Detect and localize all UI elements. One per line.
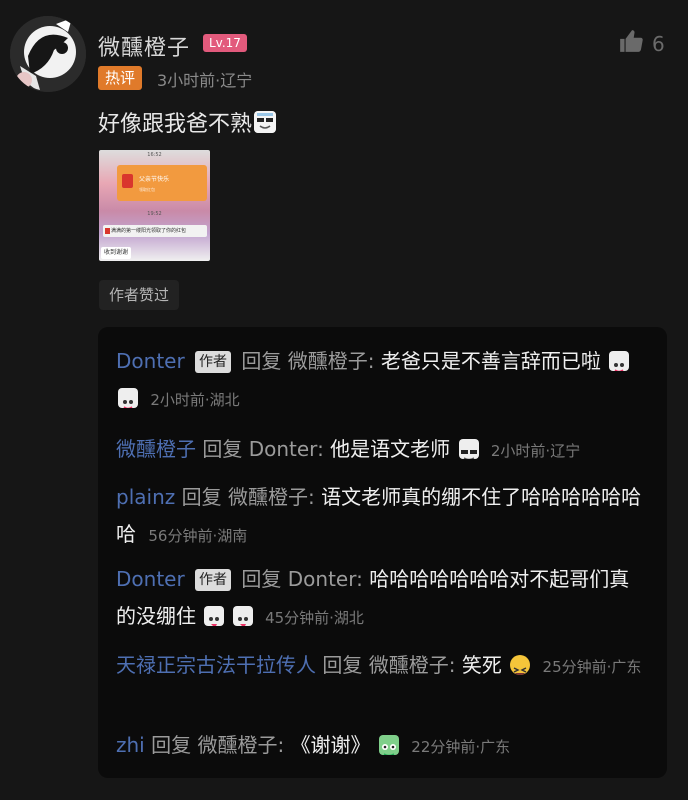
replies-panel: Donter 作者 回复 微醺橙子: 老爸只是不善言辞而已啦 2小时前·湖北 微… xyxy=(98,327,667,778)
avatar[interactable] xyxy=(10,16,86,92)
tongue-emoji-icon xyxy=(204,606,225,626)
reply-meta: 56分钟前·湖南 xyxy=(148,527,248,545)
cry-laugh-emoji-icon xyxy=(609,351,630,371)
doge-emoji-icon xyxy=(458,439,479,459)
reply-word: 回复 xyxy=(151,733,192,757)
reply-target[interactable]: Donter xyxy=(249,437,317,461)
reply-target[interactable]: 微醺橙子 xyxy=(288,349,368,373)
doge-emoji-icon xyxy=(254,111,277,133)
reply-word: 回复 xyxy=(181,485,222,509)
username[interactable]: 微醺橙子 xyxy=(98,30,190,62)
laughing-emoji-icon xyxy=(510,655,531,675)
reply-text: 哈哈哈哈哈哈哈对不起哥们真的没绷住 xyxy=(116,567,630,628)
reply-author[interactable]: Donter xyxy=(116,567,185,591)
reply-text: 《谢谢》 xyxy=(290,733,371,757)
comment-text: 好像跟我爸不熟 xyxy=(98,112,253,137)
like-button[interactable]: 6 xyxy=(618,28,665,59)
reply-author[interactable]: 微醺橙子 xyxy=(116,437,196,461)
author-tag: 作者 xyxy=(195,351,232,373)
image-red-packet-card: 父亲节快乐 领取红包 xyxy=(117,165,207,201)
like-count: 6 xyxy=(652,31,665,56)
reply-item[interactable]: 微醺橙子 回复 Donter: 他是语文老师 2小时前·辽宁 xyxy=(116,431,644,470)
comment-content: 好像跟我爸不熟 xyxy=(98,106,277,138)
image-time-2: 19:52 xyxy=(147,211,162,217)
reply-item[interactable]: Donter 作者 回复 Donter: 哈哈哈哈哈哈哈对不起哥们真的没绷住 4… xyxy=(116,561,644,637)
reply-item[interactable]: plainz 回复 微醺橙子: 语文老师真的绷不住了哈哈哈哈哈哈哈 56分钟前·… xyxy=(116,479,644,555)
reply-item[interactable]: zhi 回复 微醺橙子: 《谢谢》 22分钟前·广东 xyxy=(116,727,644,766)
reply-target[interactable]: Donter xyxy=(288,567,356,591)
hot-comment-badge: 热评 xyxy=(98,66,143,90)
reply-meta: 25分钟前·广东 xyxy=(542,658,642,676)
cry-laugh-emoji-icon xyxy=(118,388,138,408)
reply-meta: 45分钟前·湖北 xyxy=(265,609,364,627)
image-reply: 收到谢谢 xyxy=(101,247,132,259)
image-message: 满满的第一缕阳光领取了你的红包 xyxy=(103,225,207,237)
reply-text: 笑死 xyxy=(461,653,502,677)
reply-target[interactable]: 微醺橙子 xyxy=(228,485,308,509)
image-card-sub: 领取红包 xyxy=(139,187,155,192)
reply-target[interactable]: 微醺橙子 xyxy=(197,733,277,757)
author-liked-badge: 作者赞过 xyxy=(99,280,180,310)
reply-text: 他是语文老师 xyxy=(330,437,451,461)
reply-meta: 22分钟前·广东 xyxy=(411,738,511,756)
comment-image[interactable]: 16:52 父亲节快乐 领取红包 19:52 满满的第一缕阳光领取了你的红包 收… xyxy=(99,150,210,261)
reply-meta: 2小时前·湖北 xyxy=(150,391,240,409)
reply-author[interactable]: Donter xyxy=(116,349,185,373)
frog-emoji-icon xyxy=(378,735,399,755)
reply-item[interactable]: 天禄正宗古法干拉传人 回复 微醺橙子: 笑死 25分钟前·广东 xyxy=(116,647,644,686)
reply-word: 回复 xyxy=(241,567,282,591)
comment-meta: 3小时前·辽宁 xyxy=(157,71,253,90)
reply-meta: 2小时前·辽宁 xyxy=(490,442,581,460)
reply-author[interactable]: plainz xyxy=(116,485,175,509)
thumbs-up-icon xyxy=(618,28,644,59)
image-card-title: 父亲节快乐 xyxy=(139,176,170,183)
author-tag: 作者 xyxy=(195,569,232,591)
reply-text: 老爸只是不善言辞而已啦 xyxy=(380,349,601,373)
reply-word: 回复 xyxy=(241,349,282,373)
reply-target[interactable]: 微醺橙子 xyxy=(369,653,449,677)
level-badge: Lv.17 xyxy=(203,34,247,52)
reply-word: 回复 xyxy=(202,437,243,461)
reply-author[interactable]: zhi xyxy=(116,733,145,757)
reply-word: 回复 xyxy=(322,653,363,677)
image-time-1: 16:52 xyxy=(147,152,162,158)
reply-item[interactable]: Donter 作者 回复 微醺橙子: 老爸只是不善言辞而已啦 2小时前·湖北 xyxy=(116,343,644,419)
reply-author[interactable]: 天禄正宗古法干拉传人 xyxy=(116,653,316,677)
tongue-emoji-icon xyxy=(232,606,253,626)
